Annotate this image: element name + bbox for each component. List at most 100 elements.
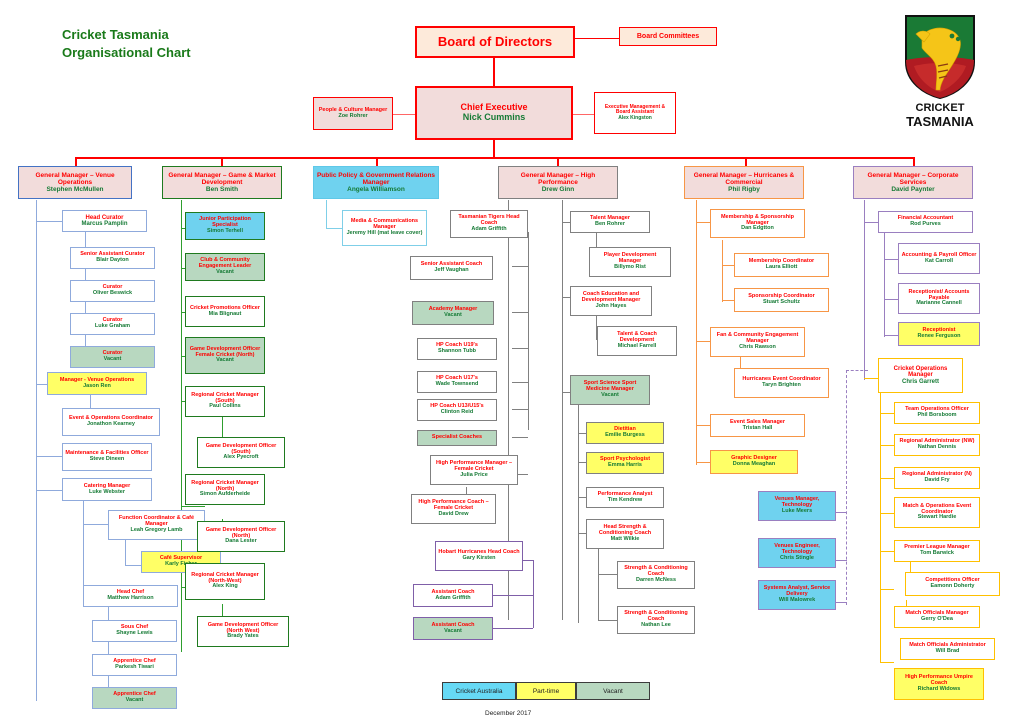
node-match-operations-event-coordinator[interactable]: Match & Operations Event Coordinator Ste… — [894, 497, 980, 528]
node-curator-oliver-beswick[interactable]: Curator Oliver Beswick — [70, 280, 155, 302]
node-hp-coach-u19[interactable]: HP Coach U19's Shannon Tubb — [417, 338, 497, 360]
node-game-development-officer-north[interactable]: Game Development Officer (North) Dana Le… — [197, 521, 285, 552]
connector — [880, 662, 894, 664]
node-head-strength-conditioning-coach[interactable]: Head Strength & Conditioning Coach Matt … — [586, 519, 664, 549]
node-regional-cricket-manager-south[interactable]: Regional Cricket Manager (South) Paul Co… — [185, 386, 265, 417]
node-name: Drew Ginn — [541, 186, 575, 193]
node-name: Will Malowrek — [778, 596, 816, 603]
node-hp-coach-u17[interactable]: HP Coach U17's Wade Townsend — [417, 371, 497, 393]
node-head-chef[interactable]: Head Chef Matthew Harrison — [83, 585, 178, 607]
node-tasmanian-tigers-head-coach[interactable]: Tasmanian Tigers Head Coach Adam Griffit… — [450, 210, 528, 238]
node-talent-manager[interactable]: Talent Manager Ben Rohrer — [570, 211, 650, 233]
connector — [493, 595, 533, 597]
node-gm-high-performance[interactable]: General Manager – High Performance Drew … — [498, 166, 618, 199]
node-high-performance-umpire-coach[interactable]: High Performance Umpire Coach Richard Wi… — [894, 668, 984, 700]
node-strength-conditioning-coach-nathan[interactable]: Strength & Conditioning Coach Nathan Lee — [617, 606, 695, 634]
node-regional-cricket-manager-north[interactable]: Regional Cricket Manager (North) Simon A… — [185, 474, 265, 505]
node-name: Ben Smith — [205, 186, 239, 193]
node-event-sales-manager[interactable]: Event Sales Manager Tristan Hall — [710, 414, 805, 437]
node-assistant-coach-adam-griffith[interactable]: Assistant Coach Adam Griffith — [413, 584, 493, 607]
node-competitions-officer[interactable]: Competitions Officer Eamonn Doherty — [905, 572, 1000, 596]
node-cricket-operations-manager[interactable]: Cricket Operations Manager Chris Garrett — [878, 358, 963, 393]
node-manager-venue-operations[interactable]: Manager - Venue Operations Jason Ren — [47, 372, 147, 395]
node-talent-coach-development[interactable]: Talent & Coach Development Michael Farre… — [597, 326, 677, 356]
node-name: Alex King — [212, 583, 238, 590]
node-team-operations-officer[interactable]: Team Operations Officer Phil Borsboom — [894, 402, 980, 424]
node-public-policy-government-relations-manager[interactable]: Public Policy & Government Relations Man… — [313, 166, 439, 199]
node-specialist-coaches[interactable]: Specialist Coaches — [417, 430, 497, 446]
node-game-development-officer-south[interactable]: Game Development Officer (South) Alex Py… — [197, 437, 285, 468]
connector — [493, 57, 495, 87]
node-sponsorship-coordinator[interactable]: Sponsorship Coordinator Stuart Schultz — [734, 288, 829, 312]
node-game-development-officer-female-cricket-north[interactable]: Game Development Officer Female Cricket … — [185, 337, 265, 374]
node-hp-coach-u13-u15[interactable]: HP Coach U13/U15's Clinton Reid — [417, 399, 497, 421]
node-people-culture-manager[interactable]: People & Culture Manager Zoe Rohrer — [313, 97, 393, 130]
node-gm-venue-operations[interactable]: General Manager – Venue Operations Steph… — [18, 166, 132, 199]
node-membership-sponsorship-manager[interactable]: Membership & Sponsorship Manager Dan Edg… — [710, 209, 805, 238]
node-name: Rod Purves — [910, 221, 941, 227]
node-function-coordinator-cafe-manager[interactable]: Function Coordinator & Café Manager Leah… — [108, 510, 205, 540]
node-title: General Manager – Hurricanes & Commercia… — [693, 171, 795, 186]
node-venues-manager-technology[interactable]: Venues Manager, Technology Luke Meers — [758, 491, 836, 521]
node-chief-executive[interactable]: Chief Executive Nick Cummins — [415, 86, 573, 140]
node-board-of-directors[interactable]: Board of Directors — [415, 26, 575, 58]
node-gm-game-market-development[interactable]: General Manager – Game & Market Developm… — [162, 166, 282, 199]
node-senior-assistant-coach[interactable]: Senior Assistant Coach Jeff Vaughan — [410, 256, 493, 280]
node-name: Tristan Hall — [742, 424, 773, 431]
node-receptionist[interactable]: Receptionist Renee Ferguson — [898, 322, 980, 346]
node-coach-education-development-manager[interactable]: Coach Education and Development Manager … — [570, 286, 652, 316]
node-regional-cricket-manager-north-west[interactable]: Regional Cricket Manager (North-West) Al… — [185, 563, 265, 600]
node-name: Luke Webster — [89, 488, 125, 495]
node-name: Adam Griffith — [435, 594, 471, 601]
node-regional-administrator-n[interactable]: Regional Administrator (N) David Fry — [894, 467, 980, 489]
node-maintenance-facilities-officer[interactable]: Maintenance & Facilities Officer Steve D… — [62, 443, 152, 471]
node-strength-conditioning-coach-darren[interactable]: Strength & Conditioning Coach Darren McN… — [617, 561, 695, 589]
node-assistant-coach-vacant[interactable]: Assistant Coach Vacant — [413, 617, 493, 640]
node-academy-manager[interactable]: Academy Manager Vacant — [412, 301, 494, 325]
node-sous-chef[interactable]: Sous Chef Shayne Lewis — [92, 620, 177, 642]
node-hp-manager-female-cricket[interactable]: High Performance Manager – Female Cricke… — [430, 455, 518, 485]
node-name: Vacant — [216, 268, 234, 275]
node-curator-vacant[interactable]: Curator Vacant — [70, 346, 155, 368]
node-catering-manager[interactable]: Catering Manager Luke Webster — [62, 478, 152, 501]
node-hobart-hurricanes-head-coach[interactable]: Hobart Hurricanes Head Coach Gary Kirste… — [435, 541, 523, 571]
node-senior-assistant-curator[interactable]: Senior Assistant Curator Blair Dayton — [70, 247, 155, 269]
node-accounting-payroll-officer[interactable]: Accounting & Payroll Officer Kat Carroll — [898, 243, 980, 274]
node-receptionist-accounts-payable[interactable]: Receptionist/ Accounts Payable Marianne … — [898, 283, 980, 314]
node-apprentice-chef-parkesh[interactable]: Apprentice Chef Parkesh Tiwari — [92, 654, 177, 676]
node-event-operations-coordinator[interactable]: Event & Operations Coordinator Jonathon … — [62, 408, 160, 436]
node-financial-accountant[interactable]: Financial Accountant Rod Purves — [878, 211, 973, 233]
node-hurricanes-event-coordinator[interactable]: Hurricanes Event Coordinator Taryn Brigh… — [734, 368, 829, 398]
node-exec-management-board-assistant[interactable]: Executive Management & Board Assistant A… — [594, 92, 676, 134]
node-board-committees[interactable]: Board Committees — [619, 27, 717, 46]
node-match-officials-administrator[interactable]: Match Officials Administrator Will Brad — [900, 638, 995, 660]
connector — [125, 537, 127, 566]
node-gm-corporate-services[interactable]: General Manager – Corporate Services Dav… — [853, 166, 973, 199]
node-membership-coordinator[interactable]: Membership Coordinator Laura Elliott — [734, 253, 829, 277]
node-gm-hurricanes-commercial[interactable]: General Manager – Hurricanes & Commercia… — [684, 166, 804, 199]
node-venues-engineer-technology[interactable]: Venues Engineer, Technology Chris Stingl… — [758, 538, 836, 568]
node-dietitian[interactable]: Dietitian Emilie Burgess — [586, 422, 664, 444]
node-match-officials-manager[interactable]: Match Officials Manager Gerry O'Dea — [894, 606, 980, 628]
node-sport-science-sport-medicine-manager[interactable]: Sport Science Sport Medicine Manager Vac… — [570, 375, 650, 405]
node-performance-analyst[interactable]: Performance Analyst Tim Kendrew — [586, 487, 664, 508]
node-graphic-designer[interactable]: Graphic Designer Donna Meaghan — [710, 450, 798, 474]
node-player-development-manager[interactable]: Player Development Manager Billymo Rist — [589, 247, 671, 277]
node-game-development-officer-north-west[interactable]: Game Development Officer (North West) Br… — [197, 616, 289, 647]
node-premier-league-manager[interactable]: Premier League Manager Tom Barwick — [894, 540, 980, 562]
node-junior-participation-specialist[interactable]: Junior Participation Specialist Simon Te… — [185, 212, 265, 240]
node-fan-community-engagement-manager[interactable]: Fan & Community Engagement Manager Chris… — [710, 327, 805, 357]
node-regional-administrator-nw[interactable]: Regional Administrator (NW) Nathan Denni… — [894, 434, 980, 456]
node-sport-psychologist[interactable]: Sport Psychologist Emma Harris — [586, 452, 664, 474]
node-club-community-engagement-leader[interactable]: Club & Community Engagement Leader Vacan… — [185, 253, 265, 281]
node-head-curator[interactable]: Head Curator Marcus Pamplin — [62, 210, 147, 232]
node-curator-luke-graham[interactable]: Curator Luke Graham — [70, 313, 155, 335]
node-cricket-promotions-officer[interactable]: Cricket Promotions Officer Mia Blignaut — [185, 296, 265, 327]
node-apprentice-chef-vacant[interactable]: Apprentice Chef Vacant — [92, 687, 177, 709]
connector — [36, 221, 62, 223]
node-systems-analyst-service-delivery[interactable]: Systems Analyst, Service Delivery Will M… — [758, 580, 836, 610]
node-hp-coach-female-cricket[interactable]: High Performance Coach – Female Cricket … — [411, 494, 496, 524]
node-name: Mia Blignaut — [208, 310, 242, 317]
connector — [835, 602, 847, 604]
node-media-communications-manager[interactable]: Media & Communications Manager Jeremy Hi… — [342, 210, 427, 246]
